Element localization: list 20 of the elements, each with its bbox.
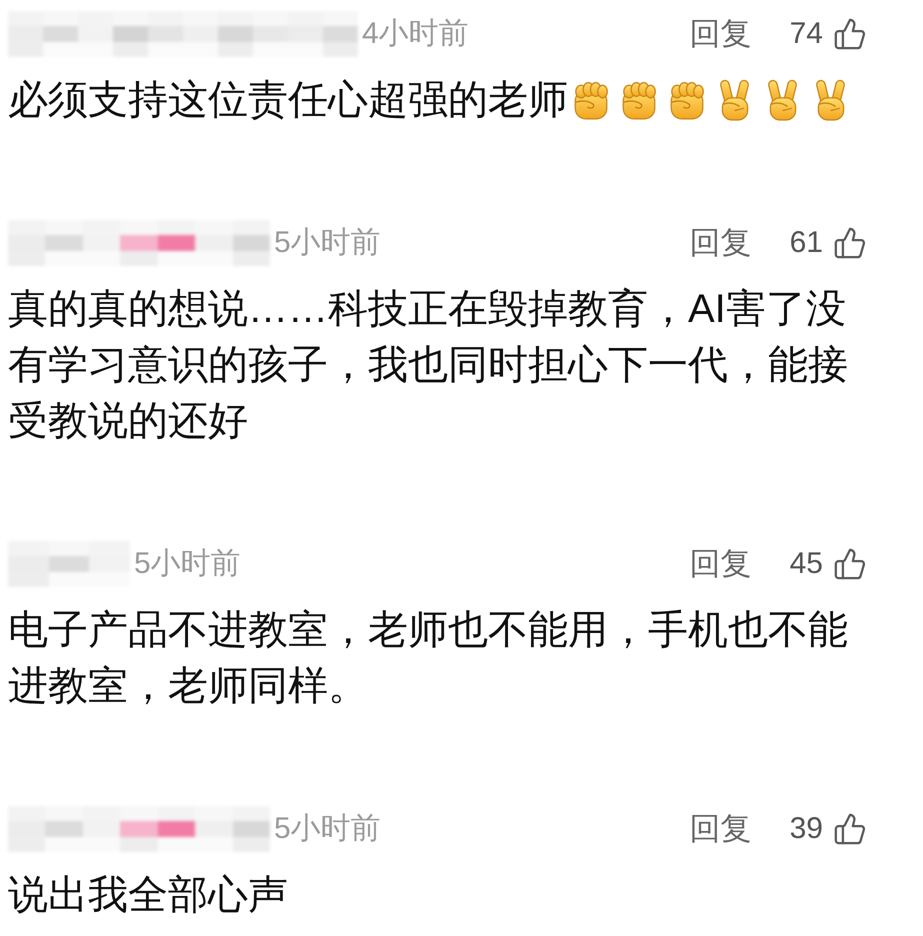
comment-text: 必须支持这位责任心超强的老师 [8,77,568,124]
reply-button[interactable]: 回复 [690,811,752,847]
like-button[interactable]: 74 [790,16,867,52]
like-button[interactable]: 45 [790,546,867,582]
reply-button[interactable]: 回复 [690,16,752,52]
thumbs-up-icon [833,226,867,260]
comment-time: 4小时前 [362,16,469,52]
like-button[interactable]: 39 [790,811,867,847]
comment-text: 真的真的想说……科技正在毁掉教育，AI害了没有学习意识的孩子，我也同时担心下一代，能接受教说的还好 [8,286,849,445]
reply-button[interactable]: 回复 [690,225,752,261]
comment-text: 说出我全部心声 [8,872,289,919]
comment-time: 5小时前 [274,225,381,261]
like-button[interactable]: 61 [790,225,867,261]
thumbs-up-icon [833,812,867,846]
comment-time: 5小时前 [134,546,241,582]
comment-text: 电子产品不进教室，老师也不能用，手机也不能进教室，老师同样。 [8,607,849,710]
thumbs-up-icon [833,17,867,51]
comment-time: 5小时前 [274,811,381,847]
reply-button[interactable]: 回复 [690,546,752,582]
thumbs-up-icon [833,547,867,581]
